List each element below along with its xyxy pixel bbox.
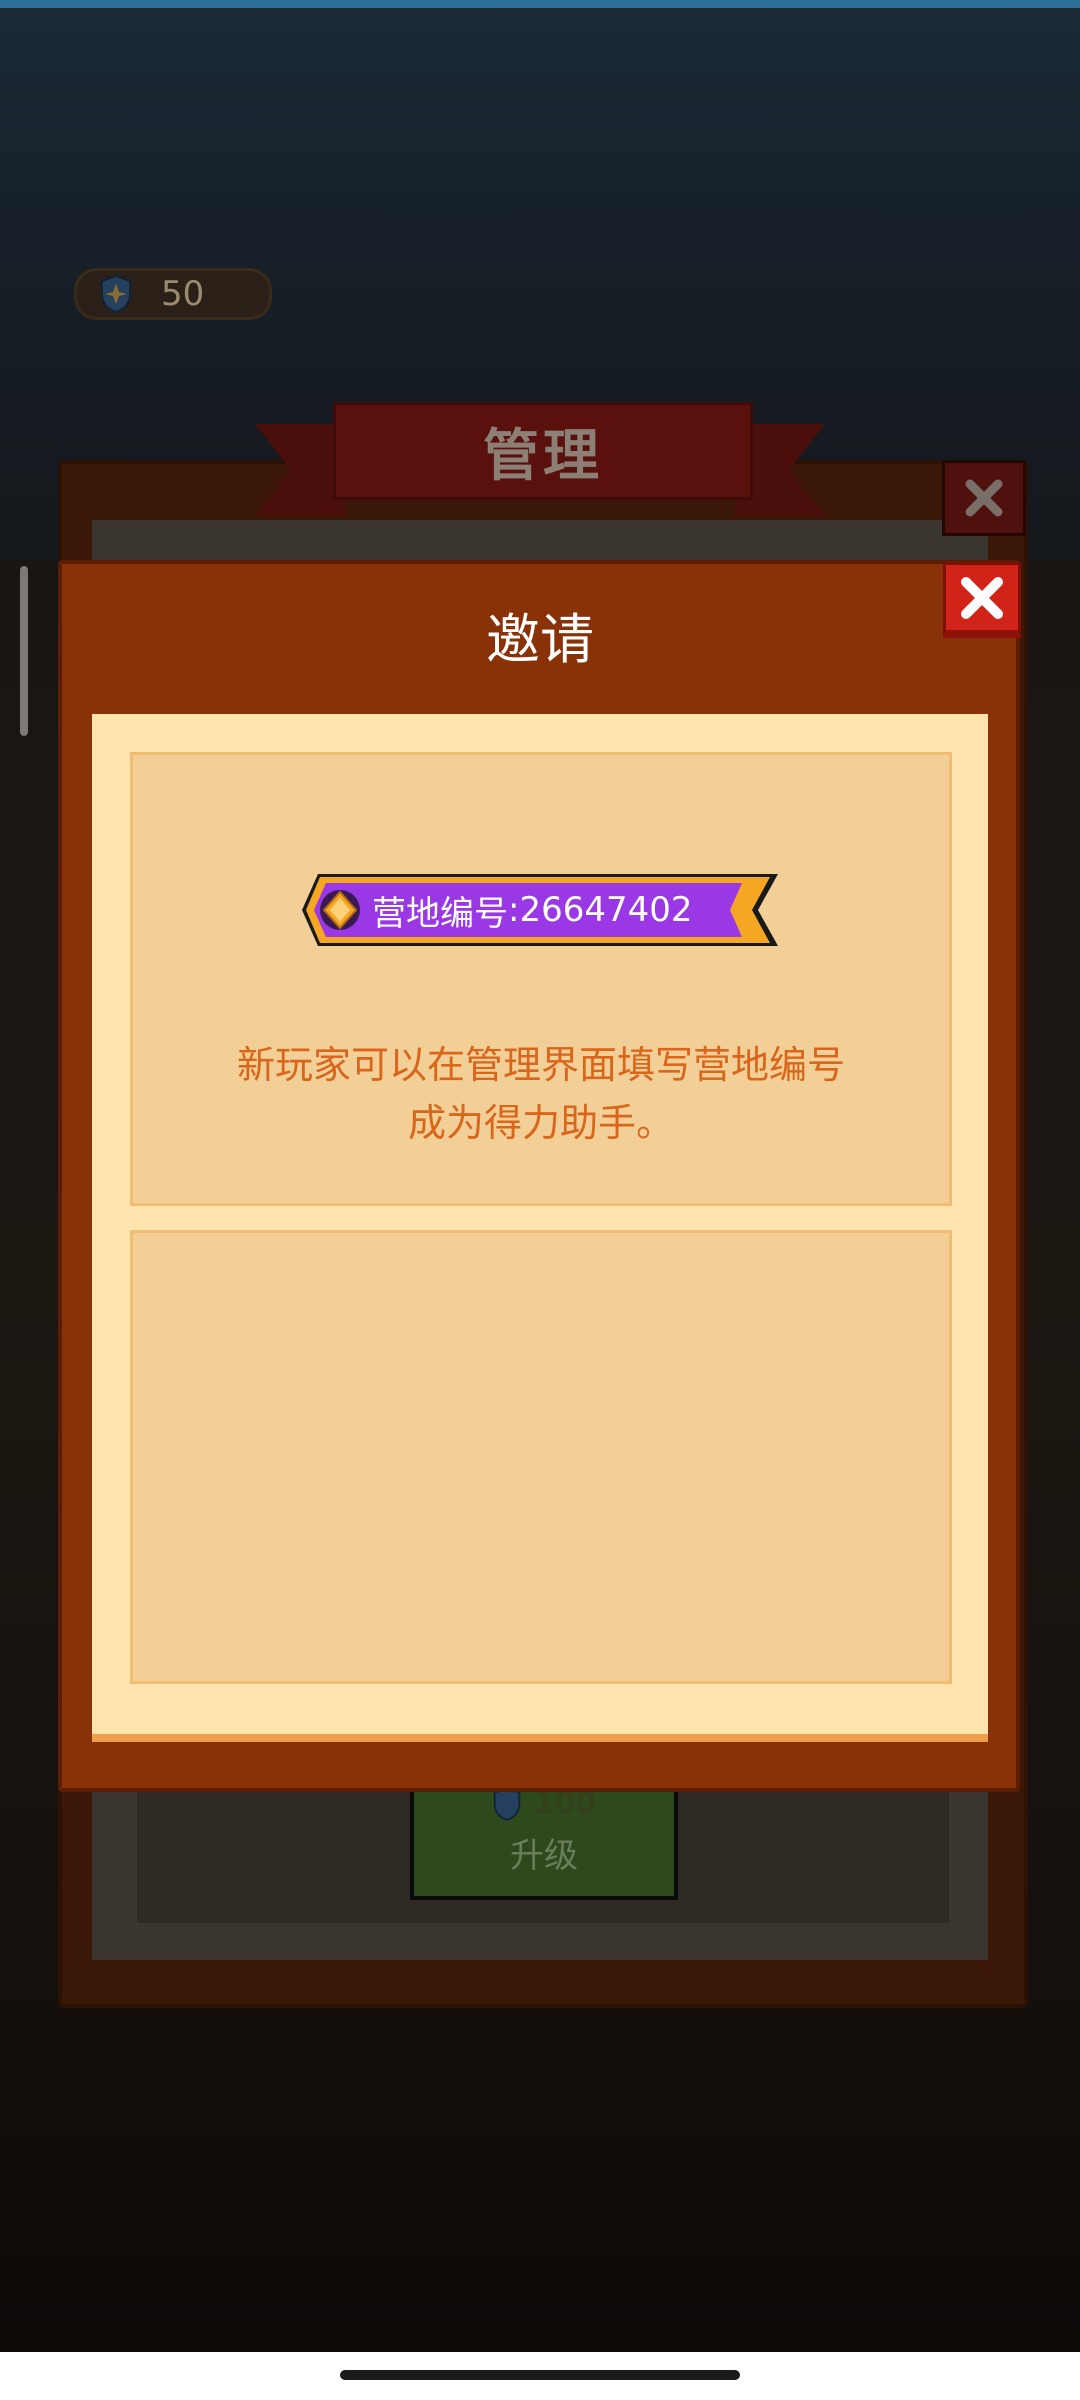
invite-close-button[interactable] [943, 562, 1021, 638]
close-icon [961, 576, 1003, 619]
camp-id-badge: 营地编号:26647402 [300, 870, 780, 950]
management-title-banner: 管理 [255, 402, 825, 518]
management-close-button[interactable] [942, 460, 1026, 536]
management-title: 管理 [333, 402, 753, 500]
empty-card [130, 1230, 952, 1684]
invite-dialog-title: 邀请 [486, 608, 594, 671]
gem-icon [320, 890, 360, 930]
shield-icon [99, 274, 133, 314]
invite-description: 新玩家可以在管理界面填写营地编号 成为得力助手。 [130, 1036, 952, 1152]
status-strip [0, 0, 1080, 8]
banner-ribbon-left [255, 424, 345, 516]
game-screen: 50 管理 100 升级 邀请 营地编号: 26647402 新玩家可以在管理… [0, 0, 1080, 2400]
upgrade-label: 升级 [510, 1835, 578, 1876]
currency-amount: 50 [161, 274, 205, 314]
invite-description-line-1: 新玩家可以在管理界面填写营地编号 [236, 1043, 845, 1087]
close-icon [965, 479, 1003, 517]
camp-id-separator: : [508, 890, 520, 930]
camp-id-text: 营地编号:26647402 [372, 870, 693, 950]
invite-description-line-2: 成为得力助手。 [407, 1101, 674, 1145]
camp-id-label: 营地编号 [372, 893, 508, 934]
camp-id-value: 26647402 [519, 890, 693, 930]
home-indicator[interactable] [340, 2370, 740, 2380]
shield-currency-display: 50 [74, 268, 272, 320]
